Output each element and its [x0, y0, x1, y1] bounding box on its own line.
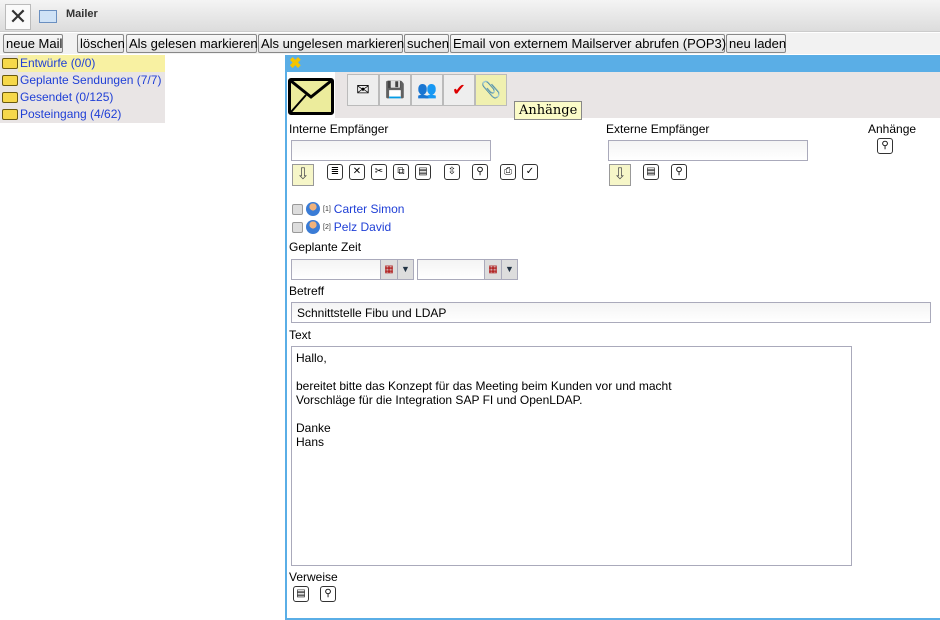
- folder-list: Entwürfe (0/0) Geplante Sendungen (7/7) …: [0, 55, 165, 123]
- mark-read-button[interactable]: Als gelesen markieren: [126, 34, 258, 53]
- printer-icon: ⎙: [504, 166, 512, 177]
- chevron-down-icon: ▼: [505, 264, 514, 274]
- magnifier-icon: ⚲: [476, 166, 484, 177]
- search-button[interactable]: suchen: [404, 34, 449, 53]
- external-recipients-input[interactable]: [608, 140, 808, 161]
- panel-header: ✖: [287, 55, 940, 72]
- new-mail-button[interactable]: neue Mail: [3, 34, 63, 53]
- folder-icon: [2, 58, 18, 69]
- references-label: Verweise: [289, 570, 338, 584]
- save-mail-icon: 💾: [385, 82, 405, 99]
- subject-label: Betreff: [289, 284, 325, 298]
- tooltip: Anhänge: [514, 101, 583, 120]
- paste-reference-button[interactable]: ▤: [293, 586, 309, 602]
- title-bar: ✕: [0, 0, 940, 32]
- search-external-button[interactable]: ⚲: [671, 164, 687, 180]
- close-panel-icon[interactable]: ✖: [289, 54, 302, 72]
- check-recipients-button[interactable]: ✔: [443, 74, 475, 106]
- sort-button[interactable]: ⇳: [444, 164, 460, 180]
- remove-button[interactable]: ✕: [349, 164, 365, 180]
- mail-icon: [38, 6, 58, 26]
- close-icon: ✕: [8, 4, 28, 29]
- copy-button[interactable]: ⧉: [393, 164, 409, 180]
- magnifier-icon: ⚲: [675, 166, 683, 177]
- cut-button[interactable]: ✂: [371, 164, 387, 180]
- chevron-down-icon: ▼: [401, 264, 410, 274]
- calendar-icon: ▦: [488, 264, 498, 275]
- save-button[interactable]: 💾: [379, 74, 411, 106]
- reload-button[interactable]: neu laden: [726, 34, 786, 53]
- search-reference-button[interactable]: ⚲: [320, 586, 336, 602]
- calendar-icon: ▦: [384, 264, 394, 275]
- compose-toolbar: ✉ 💾 👥 ✔ 📎 Anhänge: [335, 72, 940, 120]
- date-dropdown-button[interactable]: ▼: [397, 259, 414, 280]
- text-label: Text: [289, 328, 312, 342]
- envelope-icon: [288, 78, 334, 115]
- window-title: Mailer: [66, 8, 98, 20]
- time-input[interactable]: [417, 259, 485, 280]
- folder-icon: [2, 92, 18, 103]
- scheduled-time-label: Geplante Zeit: [289, 240, 362, 254]
- internal-recipients-label: Interne Empfänger: [289, 122, 389, 136]
- close-button[interactable]: ✕: [5, 4, 31, 30]
- list-button[interactable]: ≣: [327, 164, 343, 180]
- folder-sent[interactable]: Gesendet (0/125): [0, 89, 165, 106]
- fetch-pop3-button[interactable]: Email von externem Mailserver abrufen (P…: [450, 34, 726, 53]
- toolbar: neue Mail löschen Als gelesen markieren …: [0, 33, 940, 54]
- person-icon: [306, 202, 320, 216]
- list-icon: ≣: [330, 166, 340, 177]
- subject-input[interactable]: [291, 302, 931, 323]
- copy-icon: ⧉: [397, 166, 405, 177]
- recipient-link[interactable]: Pelz David: [334, 220, 391, 234]
- paste-icon: ▤: [418, 166, 428, 177]
- paperclip-icon: 📎: [481, 82, 501, 99]
- add-internal-button[interactable]: ⇩: [292, 164, 314, 186]
- paste-icon: ▤: [646, 166, 656, 177]
- attachments-button[interactable]: 📎: [475, 74, 507, 106]
- magnifier-icon: ⚲: [324, 588, 332, 599]
- folder-inbox[interactable]: Posteingang (4/62): [0, 106, 165, 123]
- recipient-item: [2] Pelz David: [292, 220, 391, 234]
- time-dropdown-button[interactable]: ▼: [501, 259, 518, 280]
- users-check-icon: ✔: [452, 82, 466, 99]
- paste-external-button[interactable]: ▤: [643, 164, 659, 180]
- sort-icon: ⇳: [447, 166, 457, 177]
- folder-drafts[interactable]: Entwürfe (0/0): [0, 55, 165, 72]
- add-external-button[interactable]: ⇩: [609, 164, 631, 186]
- confirm-button[interactable]: ✓: [522, 164, 538, 180]
- send-button[interactable]: ✉: [347, 74, 379, 106]
- delete-button[interactable]: löschen: [77, 34, 125, 53]
- search-attachments-button[interactable]: ⚲: [877, 138, 893, 154]
- address-book-button[interactable]: 👥: [411, 74, 443, 106]
- x-icon: ✕: [352, 166, 362, 177]
- arrow-down-icon: ⇩: [613, 166, 627, 183]
- internal-recipients-input[interactable]: [291, 140, 491, 161]
- send-mail-icon: ✉: [356, 82, 370, 99]
- external-recipients-label: Externe Empfänger: [606, 122, 710, 136]
- check-icon: ✓: [525, 166, 535, 177]
- users-icon: 👥: [417, 82, 437, 99]
- paste-button[interactable]: ▤: [415, 164, 431, 180]
- recipient-item: [1] Carter Simon: [292, 202, 404, 216]
- date-input[interactable]: [291, 259, 381, 280]
- folder-scheduled[interactable]: Geplante Sendungen (7/7): [0, 72, 165, 89]
- message-textarea[interactable]: Hallo, bereitet bitte das Konzept für da…: [291, 346, 852, 566]
- mark-unread-button[interactable]: Als ungelesen markieren: [258, 34, 404, 53]
- recipient-link[interactable]: Carter Simon: [334, 202, 405, 216]
- arrow-down-icon: ⇩: [296, 166, 310, 183]
- folder-icon: [2, 109, 18, 120]
- paste-icon: ▤: [296, 588, 306, 599]
- attachments-label: Anhänge: [868, 122, 917, 136]
- recipient-checkbox[interactable]: [292, 203, 303, 215]
- folder-icon: [2, 75, 18, 86]
- time-calendar-button[interactable]: ▦: [484, 259, 502, 280]
- search-internal-button[interactable]: ⚲: [472, 164, 488, 180]
- recipient-checkbox[interactable]: [292, 221, 303, 233]
- magnifier-icon: ⚲: [881, 140, 889, 151]
- calendar-button[interactable]: ▦: [380, 259, 398, 280]
- person-icon: [306, 220, 320, 234]
- scissors-icon: ✂: [374, 166, 384, 177]
- print-button[interactable]: ⎙: [500, 164, 516, 180]
- compose-panel: ✖ ✉ 💾 👥 ✔ 📎 Anhänge Interne Empfänger ⇩ …: [285, 55, 940, 620]
